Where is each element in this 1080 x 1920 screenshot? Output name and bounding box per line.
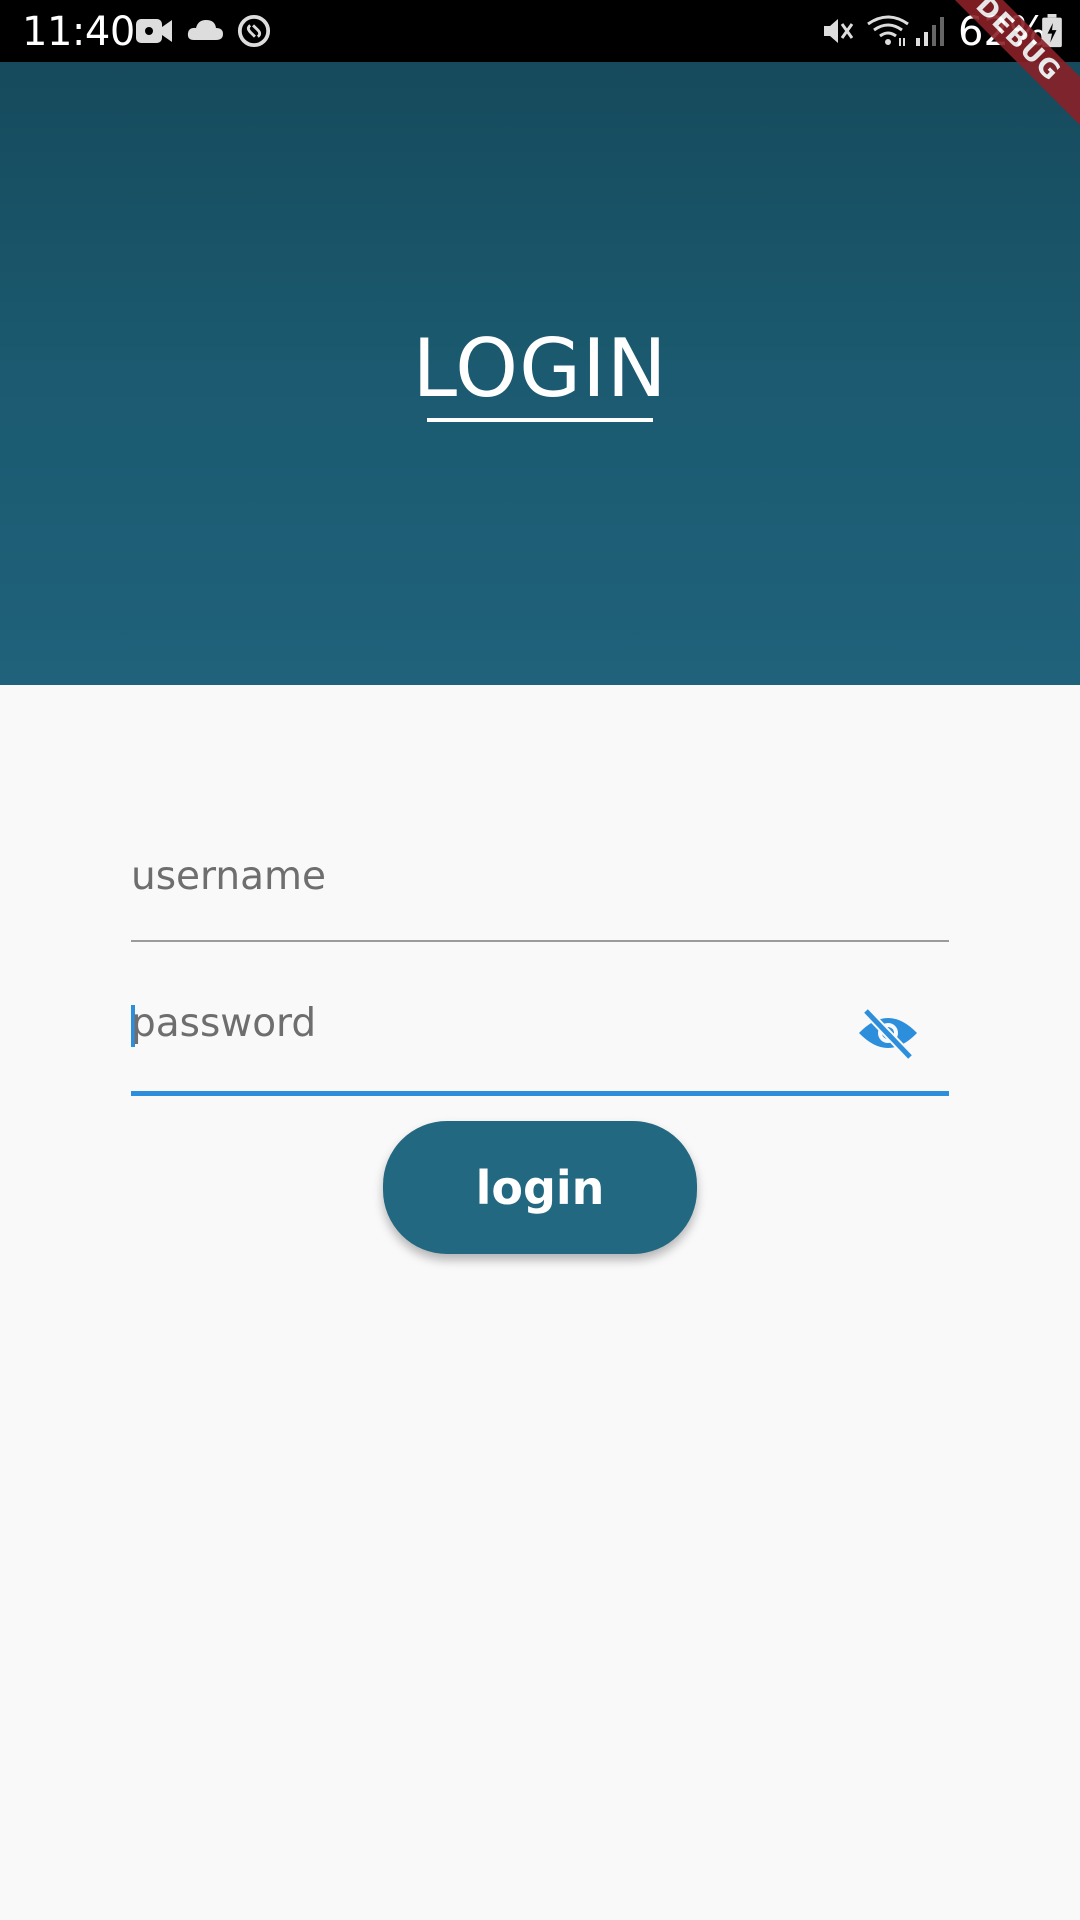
page-title: LOGIN <box>412 322 668 415</box>
visibility-off-icon[interactable] <box>856 1007 920 1059</box>
password-underline <box>131 1091 949 1096</box>
wifi-icon <box>867 15 909 46</box>
login-button[interactable]: login <box>383 1121 697 1254</box>
password-input[interactable]: password <box>131 1001 316 1046</box>
mute-icon <box>824 19 854 43</box>
cloud-icon <box>187 20 223 40</box>
signal-icon <box>916 17 944 46</box>
shazam-icon <box>237 14 271 48</box>
login-header: LOGIN <box>0 62 1080 685</box>
password-field[interactable]: password <box>131 995 949 1097</box>
title-underline <box>427 418 653 422</box>
username-underline <box>131 940 949 942</box>
video-camera-icon <box>136 19 172 43</box>
status-bar: 11:40 62% <box>0 0 1080 62</box>
status-time: 11:40 <box>22 9 135 55</box>
username-field[interactable]: username <box>131 850 949 945</box>
username-input[interactable]: username <box>131 854 326 899</box>
